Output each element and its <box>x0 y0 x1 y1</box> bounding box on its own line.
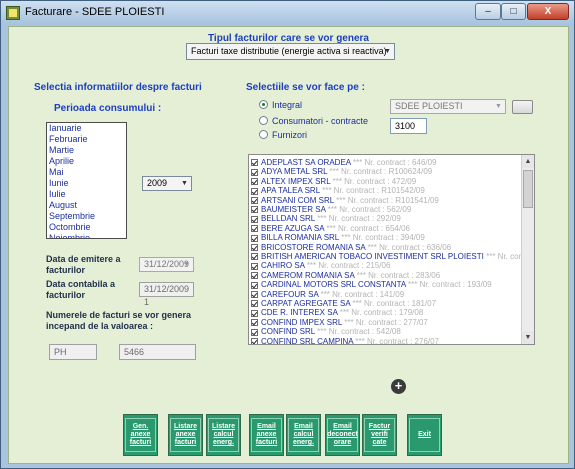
checkbox-checked-icon[interactable] <box>251 272 258 280</box>
contract-row[interactable]: CONFIND SRL CAMPINA *** Nr. contract : 2… <box>251 336 534 345</box>
window-title: Facturare - SDEE PLOIESTI <box>25 6 165 18</box>
checkbox-checked-icon[interactable] <box>251 206 258 214</box>
print-energy-calc-button-label: Listare calcul energ. <box>208 418 239 452</box>
chevron-down-icon: ▼ <box>183 261 190 268</box>
print-annexes-button-label: Listare anexe facturi <box>170 418 201 452</box>
maximize-button[interactable]: □ <box>501 3 526 20</box>
browse-button[interactable] <box>512 100 533 114</box>
invoice-type-select[interactable]: Facturi taxe distributie (energie activa… <box>186 43 395 60</box>
accounting-date-label: Data contabila a facturilor <box>46 279 116 300</box>
email-disconnect-button-label: Email deconect orare <box>327 418 358 452</box>
minimize-button[interactable]: – <box>475 3 501 20</box>
accounting-date-field[interactable]: 31/12/2009 1 <box>139 282 194 307</box>
verified-invoices-button-label: Factur verifi cate <box>364 418 395 452</box>
email-annexes-button[interactable]: Email anexe facturi <box>249 414 284 456</box>
month-option[interactable]: Septembrie <box>47 211 126 222</box>
radio-consumers-label: Consumatori - contracte <box>272 116 369 126</box>
selections-label: Selectiile se vor face pe : <box>246 82 365 93</box>
checkbox-checked-icon[interactable] <box>251 225 258 233</box>
generate-annexes-button-label: Gen. anexe facturi <box>125 418 156 452</box>
scroll-down-icon[interactable]: ▼ <box>522 331 534 344</box>
invoice-series-field[interactable]: PH <box>49 344 97 360</box>
contract-number: *** Nr. contract : 276/07 <box>355 336 440 345</box>
checkbox-checked-icon[interactable] <box>251 319 258 327</box>
app-window: Facturare - SDEE PLOIESTI – □ X Tipul fa… <box>0 0 575 469</box>
checkbox-checked-icon[interactable] <box>251 281 258 289</box>
integral-value: SDEE PLOIESTI <box>395 101 463 111</box>
checkbox-checked-icon[interactable] <box>251 168 258 176</box>
radio-checked-icon <box>259 100 268 109</box>
contract-code-field[interactable]: 3100 <box>390 118 427 134</box>
checkbox-checked-icon[interactable] <box>251 300 258 308</box>
contracts-scrollbar[interactable]: ▲ ▼ <box>521 155 534 344</box>
integral-select[interactable]: SDEE PLOIESTI ▼ <box>390 99 506 114</box>
print-annexes-button[interactable]: Listare anexe facturi <box>168 414 203 456</box>
checkbox-checked-icon[interactable] <box>251 234 258 242</box>
selection-info-label: Selectia informatiilor despre facturi <box>34 82 202 93</box>
exit-button[interactable]: Exit <box>407 414 442 456</box>
issue-date-label: Data de emitere a facturilor <box>46 254 121 275</box>
month-option[interactable]: Aprilie <box>47 156 126 167</box>
checkbox-checked-icon[interactable] <box>251 196 258 204</box>
contract-name: CONFIND SRL CAMPINA <box>261 336 354 345</box>
email-energy-calc-button-label: Email calcul energ. <box>288 418 319 452</box>
verified-invoices-button[interactable]: Factur verifi cate <box>362 414 397 456</box>
month-option[interactable]: Martie <box>47 145 126 156</box>
chevron-down-icon: ▼ <box>495 103 502 110</box>
checkbox-checked-icon[interactable] <box>251 243 258 251</box>
radio-suppliers-label: Furnizori <box>272 130 308 140</box>
month-option[interactable]: Noiembrie <box>47 233 126 238</box>
checkbox-checked-icon[interactable] <box>251 337 258 344</box>
scroll-thumb[interactable] <box>523 170 533 208</box>
radio-unchecked-icon <box>259 130 268 139</box>
month-option[interactable]: Iulie <box>47 189 126 200</box>
checkbox-checked-icon[interactable] <box>251 178 258 186</box>
scroll-up-icon[interactable]: ▲ <box>522 155 534 168</box>
consumption-period-label: Perioada consumului : <box>54 103 162 114</box>
issue-date-picker[interactable]: 31/12/2009 ▼ <box>139 257 194 272</box>
add-icon[interactable]: + <box>391 379 406 394</box>
checkbox-checked-icon[interactable] <box>251 159 258 167</box>
contracts-checklist[interactable]: ADEPLAST SA ORADEA *** Nr. contract : 64… <box>248 154 535 345</box>
generate-annexes-button[interactable]: Gen. anexe facturi <box>123 414 158 456</box>
radio-integral-label: Integral <box>272 100 303 110</box>
main-panel: Tipul facturilor care se vor genera Fact… <box>8 26 569 464</box>
checkbox-checked-icon[interactable] <box>251 215 258 223</box>
email-disconnect-button[interactable]: Email deconect orare <box>325 414 360 456</box>
checkbox-checked-icon[interactable] <box>251 187 258 195</box>
chevron-down-icon: ▼ <box>181 180 188 187</box>
month-option[interactable]: August <box>47 200 126 211</box>
close-button[interactable]: X <box>527 3 569 20</box>
checkbox-checked-icon[interactable] <box>251 262 258 270</box>
exit-button-label: Exit <box>409 418 440 452</box>
chevron-down-icon: ▼ <box>384 48 391 55</box>
checkbox-checked-icon[interactable] <box>251 328 258 336</box>
print-energy-calc-button[interactable]: Listare calcul energ. <box>206 414 241 456</box>
invoice-start-number-field[interactable]: 5466 <box>119 344 196 360</box>
radio-unchecked-icon <box>259 116 268 125</box>
checkbox-checked-icon[interactable] <box>251 290 258 298</box>
year-select[interactable]: 2009 ▼ <box>142 176 192 191</box>
month-option[interactable]: Ianuarie <box>47 123 126 134</box>
app-icon <box>6 6 20 20</box>
month-listbox[interactable]: Ianuarie Februarie Martie Aprilie Mai Iunie Iu… <box>46 122 127 239</box>
title-bar[interactable]: Facturare - SDEE PLOIESTI – □ X <box>1 1 574 25</box>
month-option[interactable]: Februarie <box>47 134 126 145</box>
month-option[interactable]: Iunie <box>47 178 126 189</box>
year-value: 2009 <box>147 178 168 188</box>
email-annexes-button-label: Email anexe facturi <box>251 418 282 452</box>
invoice-type-value: Facturi taxe distributie (energie activa… <box>191 46 387 56</box>
checkbox-checked-icon[interactable] <box>251 309 258 317</box>
numbering-label: Numerele de facturi se vor genera incepa… <box>46 310 192 331</box>
email-energy-calc-button[interactable]: Email calcul energ. <box>286 414 321 456</box>
month-option[interactable]: Mai <box>47 167 126 178</box>
month-option[interactable]: Octombrie <box>47 222 126 233</box>
checkbox-checked-icon[interactable] <box>251 253 258 261</box>
